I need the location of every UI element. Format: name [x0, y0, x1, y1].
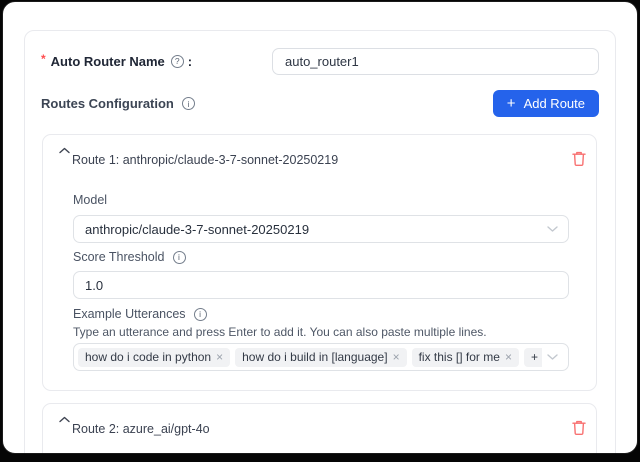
auto-router-name-label-wrap: * Auto Router Name ? : [41, 54, 272, 69]
model-label-wrap: Model [73, 193, 107, 207]
utterance-tag: how do i code in python × [78, 348, 230, 367]
collapse-chevron-up-icon[interactable] [59, 416, 70, 423]
utterance-tags: how do i code in python×how do i build i… [78, 348, 542, 367]
model-select[interactable]: anthropic/claude-3-7-sonnet-20250219 [73, 215, 569, 243]
example-utterances-label: Example Utterances [73, 307, 186, 321]
chevron-down-icon [547, 354, 558, 361]
label-colon: : [188, 54, 192, 69]
score-threshold-input[interactable]: 1.0 [73, 271, 569, 299]
add-route-button-label: Add Route [524, 96, 585, 111]
utterance-tag: how do i build in [language] × [235, 348, 406, 367]
route-1-card: Route 1: anthropic/claude-3-7-sonnet-202… [42, 134, 597, 391]
remove-tag-icon[interactable]: × [216, 351, 223, 363]
routes-configuration-label-wrap: Routes Configuration i [41, 96, 195, 111]
utterance-tag-label: fix this [] for me [419, 350, 500, 364]
auto-router-name-value: auto_router1 [285, 54, 359, 69]
model-label: Model [73, 193, 107, 207]
route-1-title[interactable]: Route 1: anthropic/claude-3-7-sonnet-202… [72, 153, 338, 167]
routes-configuration-row: Routes Configuration i + Add Route [41, 90, 599, 117]
example-utterances-label-wrap: Example Utterances i [73, 307, 207, 321]
utterance-tag: fix this [] for me × [412, 348, 519, 367]
utterance-tag-label: how do i code in python [85, 350, 211, 364]
plus-icon: + [507, 96, 516, 111]
auto-router-form: * Auto Router Name ? : auto_router1 Rout… [24, 30, 616, 454]
auto-router-name-label: Auto Router Name [51, 54, 165, 69]
utterances-multiselect[interactable]: how do i code in python×how do i build i… [73, 343, 569, 371]
auto-router-name-input[interactable]: auto_router1 [272, 48, 599, 75]
chevron-down-icon [547, 226, 558, 233]
routes-configuration-label: Routes Configuration [41, 96, 174, 111]
remove-tag-icon[interactable]: × [505, 351, 512, 363]
info-circle-icon[interactable]: i [194, 308, 207, 321]
auto-router-name-row: * Auto Router Name ? : auto_router1 [41, 47, 599, 75]
delete-route-1-icon[interactable] [571, 149, 588, 167]
utterances-helper-text: Type an utterance and press Enter to add… [73, 325, 487, 339]
auto-router-config-window: * Auto Router Name ? : auto_router1 Rout… [2, 1, 638, 454]
required-asterisk: * [41, 52, 46, 66]
model-select-value: anthropic/claude-3-7-sonnet-20250219 [85, 222, 309, 237]
collapse-chevron-up-icon[interactable] [59, 147, 70, 154]
route-2-card: Route 2: azure_ai/gpt-4o [42, 403, 597, 454]
score-threshold-value: 1.0 [85, 278, 103, 293]
question-circle-icon[interactable]: ? [171, 55, 184, 68]
utterance-overflow-tag[interactable]: + 1 ... [524, 348, 542, 367]
score-threshold-label-wrap: Score Threshold i [73, 250, 186, 264]
info-circle-icon[interactable]: i [182, 97, 195, 110]
add-route-button[interactable]: + Add Route [493, 90, 599, 117]
route-2-title[interactable]: Route 2: azure_ai/gpt-4o [72, 422, 210, 436]
delete-route-2-icon[interactable] [571, 418, 588, 436]
utterance-tag-label: how do i build in [language] [242, 350, 387, 364]
info-circle-icon[interactable]: i [173, 251, 186, 264]
score-threshold-label: Score Threshold [73, 250, 165, 264]
remove-tag-icon[interactable]: × [393, 351, 400, 363]
